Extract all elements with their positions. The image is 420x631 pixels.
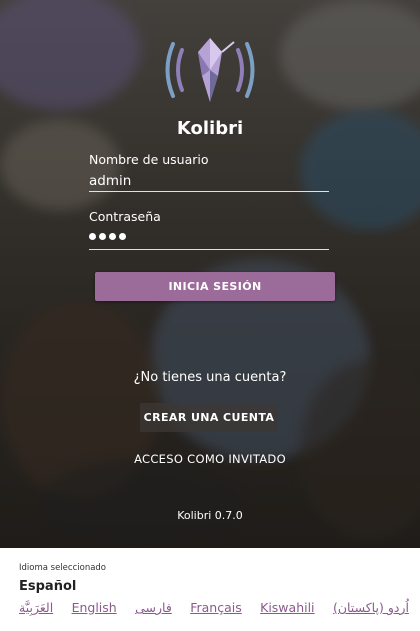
language-option-arabic[interactable]: العَرَبِيَّة xyxy=(19,600,53,615)
language-caption: Idioma seleccionado xyxy=(19,563,107,573)
username-underline xyxy=(89,191,329,192)
language-option-swahili[interactable]: Kiswahili xyxy=(260,600,314,615)
username-label: Nombre de usuario xyxy=(89,152,209,167)
version-label: Kolibri 0.7.0 xyxy=(177,509,243,522)
password-underline xyxy=(89,249,329,250)
language-option-french[interactable]: Français xyxy=(190,600,242,615)
selected-language: Español xyxy=(19,579,77,594)
app-title: Kolibri xyxy=(176,118,244,139)
language-option-farsi[interactable]: فارسی xyxy=(135,600,172,615)
username-input[interactable]: admin xyxy=(89,173,131,189)
create-account-button[interactable]: CREAR UNA CUENTA xyxy=(140,403,278,432)
login-button[interactable]: INICIA SESIÓN xyxy=(95,272,335,301)
password-label: Contraseña xyxy=(89,209,161,224)
kolibri-logo-icon xyxy=(165,38,255,102)
password-dot xyxy=(119,233,126,240)
guest-access-link[interactable]: ACCESO COMO INVITADO xyxy=(0,452,420,466)
no-account-prompt: ¿No tienes una cuenta? xyxy=(133,370,287,385)
login-screen: Kolibri Nombre de usuario admin Contrase… xyxy=(0,0,420,631)
password-dot xyxy=(99,233,106,240)
language-option-english[interactable]: English xyxy=(72,600,117,615)
password-dot xyxy=(109,233,116,240)
language-panel: Idioma seleccionado Español العَرَبِيَّة… xyxy=(0,548,420,631)
language-list: العَرَبِيَّة English فارسی Français Kisw… xyxy=(19,600,409,615)
password-input[interactable] xyxy=(89,233,126,240)
password-dot xyxy=(89,233,96,240)
language-option-urdu[interactable]: اُردو (پاکستان) xyxy=(333,600,409,615)
